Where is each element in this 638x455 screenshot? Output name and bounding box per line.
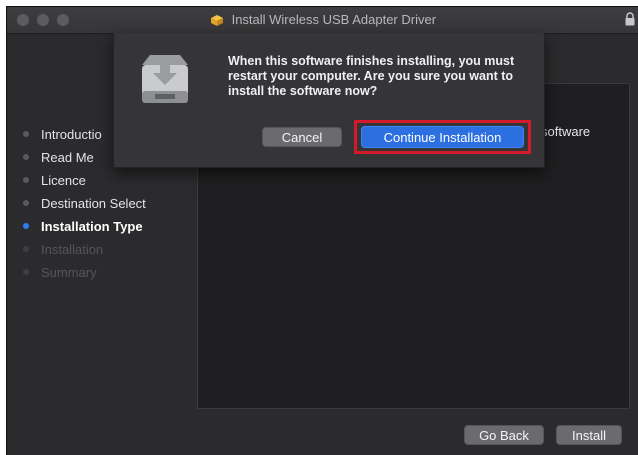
- step-introduction: Introductio: [17, 125, 102, 143]
- step-read-me: Read Me: [17, 148, 94, 166]
- step-label: Introductio: [41, 126, 102, 142]
- installer-window: Install Wireless USB Adapter Driver Intr…: [6, 6, 638, 455]
- step-installation: Installation: [17, 240, 103, 258]
- go-back-button[interactable]: Go Back: [464, 425, 544, 445]
- restart-confirmation-dialog: When this software finishes installing, …: [113, 33, 545, 168]
- step-destination-select: Destination Select: [17, 194, 146, 212]
- step-label: Destination Select: [41, 195, 146, 211]
- step-installation-type: Installation Type: [17, 217, 143, 235]
- step-label: Summary: [41, 264, 97, 280]
- title-bar: Install Wireless USB Adapter Driver: [7, 7, 638, 34]
- step-bullet: [23, 131, 29, 137]
- lock-icon: [625, 12, 635, 31]
- step-label: Read Me: [41, 149, 94, 165]
- step-bullet: [23, 177, 29, 183]
- dialog-message: When this software finishes installing, …: [228, 54, 515, 98]
- cancel-button[interactable]: Cancel: [262, 127, 342, 147]
- step-licence: Licence: [17, 171, 86, 189]
- step-bullet: [23, 223, 29, 229]
- content-text: software: [541, 124, 591, 139]
- step-label: Licence: [41, 172, 86, 188]
- step-bullet: [23, 269, 29, 275]
- step-bullet: [23, 246, 29, 252]
- step-bullet: [23, 200, 29, 206]
- step-label: Installation: [41, 241, 104, 257]
- window-title: Install Wireless USB Adapter Driver: [231, 12, 437, 27]
- step-bullet: [23, 154, 29, 160]
- window-title-area: Install Wireless USB Adapter Driver: [7, 12, 638, 29]
- install-button[interactable]: Install: [556, 425, 622, 445]
- step-label: Installation Type: [41, 218, 143, 234]
- installer-package-icon: [210, 14, 224, 29]
- step-summary: Summary: [17, 263, 97, 281]
- continue-installation-button[interactable]: Continue Installation: [361, 126, 524, 148]
- disk-drive-icon: [136, 47, 194, 112]
